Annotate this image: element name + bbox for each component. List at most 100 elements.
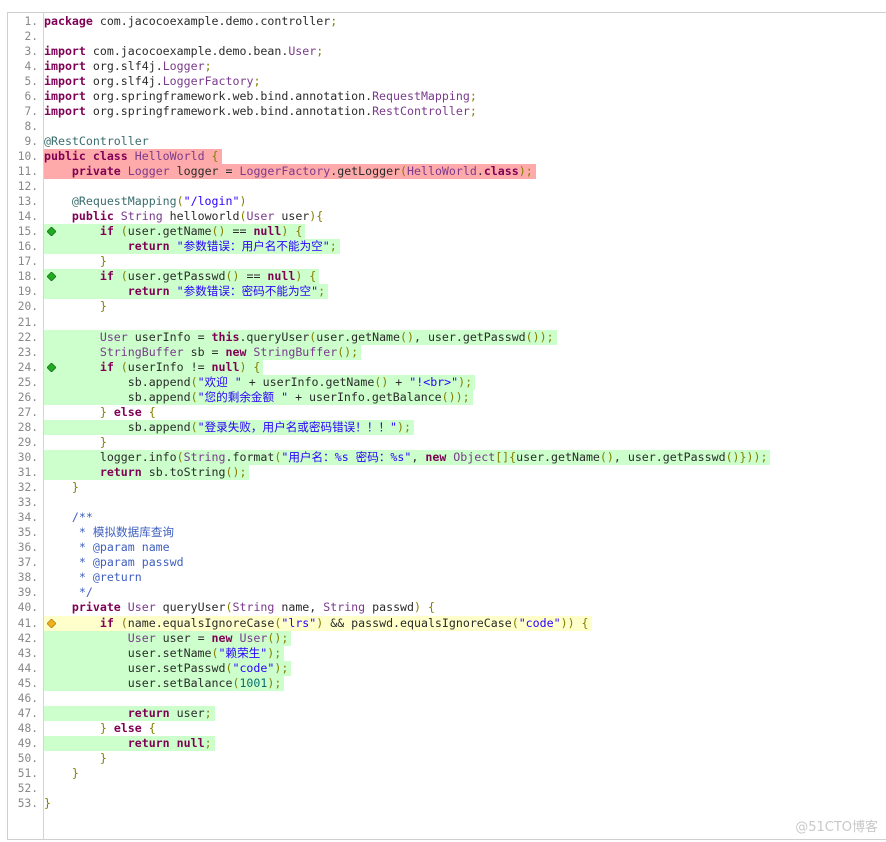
code-token: null xyxy=(267,269,296,284)
code-token: ; xyxy=(253,73,261,88)
branch-covered-diamond-icon[interactable] xyxy=(47,227,56,237)
covered-code: return sb.toString(); xyxy=(44,465,250,480)
code-token: } xyxy=(99,750,107,765)
line-number: 33. xyxy=(17,496,38,510)
line-number: 35. xyxy=(17,526,38,540)
line-number: 37. xyxy=(17,556,38,570)
code-token: StringBuffer xyxy=(99,344,184,359)
code-token: /** xyxy=(44,510,93,525)
code-token: user.getName xyxy=(127,224,212,239)
uncovered-code: public class HelloWorld { xyxy=(44,148,222,164)
code-token: ); xyxy=(397,419,412,434)
code-token: private xyxy=(71,600,121,615)
code-token: ( xyxy=(190,374,198,389)
code-token: sb.append xyxy=(44,374,191,389)
code-token: org.slf4j. xyxy=(92,58,163,73)
code-token: )) { xyxy=(560,615,589,630)
line-number: 47. xyxy=(17,706,38,720)
code-token: ( xyxy=(113,269,128,284)
line-number: 14. xyxy=(17,210,38,224)
line-number: 13. xyxy=(17,195,38,209)
line-number: 30. xyxy=(17,450,38,464)
code-token: RestController xyxy=(372,103,470,118)
code-token: { xyxy=(141,404,156,419)
code-text: import org.slf4j.LoggerFactory; xyxy=(44,74,263,89)
line-number: 29. xyxy=(17,435,38,449)
code-token: HelloWorld xyxy=(127,148,205,163)
line-number: 38. xyxy=(17,571,38,585)
code-text: } xyxy=(44,435,110,450)
code-token: @RestController xyxy=(44,133,149,148)
code-token: ( xyxy=(113,224,128,239)
line-number: 45. xyxy=(17,676,38,690)
line-number: 42. xyxy=(17,631,38,645)
code-token: * @param passwd xyxy=(44,555,184,570)
code-text: } xyxy=(44,299,110,314)
line-number: 36. xyxy=(17,541,38,555)
code-token: sb.append xyxy=(44,419,191,434)
code-token: import xyxy=(44,88,93,103)
covered-code: sb.append("您的剩余金额 " + userInfo.getBalanc… xyxy=(44,389,473,405)
code-token: user.getName xyxy=(316,329,401,344)
code-text: */ xyxy=(44,585,96,600)
code-token: * @return xyxy=(44,570,142,585)
code-token: logger.info xyxy=(44,449,177,464)
code-token: () xyxy=(599,449,614,464)
partially-covered-code: if (name.equalsIgnoreCase("lrs") && pass… xyxy=(44,615,592,631)
line-number: 22. xyxy=(17,330,38,344)
code-token: this xyxy=(211,329,240,344)
code-token: ; xyxy=(204,735,212,750)
code-token: user.setName xyxy=(44,645,212,660)
code-token: Object xyxy=(446,449,496,464)
code-text: } xyxy=(44,480,82,495)
code-token: null xyxy=(253,224,282,239)
line-number: 20. xyxy=(17,300,38,314)
covered-code: User user = new User(); xyxy=(44,630,292,646)
code-token: "登录失败，用户名或密码错误！！！" xyxy=(197,419,398,434)
code-token: user = xyxy=(155,630,212,645)
code-token: return xyxy=(99,465,142,479)
code-token: class xyxy=(483,164,519,178)
code-token: && passwd.equalsIgnoreCase xyxy=(323,615,512,630)
line-number: 21. xyxy=(17,315,38,329)
code-text: } else { xyxy=(44,405,159,420)
code-token: ()); xyxy=(441,389,470,404)
code-token: return xyxy=(127,284,170,299)
code-token: Logger xyxy=(162,58,205,73)
code-token: */ xyxy=(44,585,93,600)
code-token: ) { xyxy=(281,224,303,239)
code-token: else xyxy=(113,720,142,735)
code-token: helloworld xyxy=(162,209,240,224)
code-token: userInfo != xyxy=(127,359,212,374)
code-token: "用户名：%s 密码：%s" xyxy=(281,449,412,464)
code-token: ( xyxy=(113,615,128,630)
code-token: "您的剩余金额 " xyxy=(197,389,289,404)
code-text: * @return xyxy=(44,570,145,585)
code-token: public xyxy=(71,209,114,224)
code-token: user.setPasswd xyxy=(44,660,226,675)
code-token: , xyxy=(411,449,426,464)
code-token: ) { xyxy=(239,359,261,374)
code-token: "!<br>" xyxy=(409,374,459,389)
branch-covered-diamond-icon[interactable] xyxy=(47,272,56,282)
code-token: import xyxy=(44,73,93,88)
branch-partial-diamond-icon[interactable] xyxy=(47,618,56,628)
code-token: () xyxy=(211,224,226,239)
code-token: user xyxy=(274,209,310,224)
line-number: 12. xyxy=(17,180,38,194)
code-token: return xyxy=(127,705,170,720)
line-number: 23. xyxy=(17,345,38,359)
branch-covered-diamond-icon[interactable] xyxy=(47,362,56,372)
code-token: == xyxy=(225,224,254,239)
code-token: * 模拟数据库查询 xyxy=(44,525,175,540)
code-token: User xyxy=(288,43,317,58)
line-number: 50. xyxy=(17,751,38,765)
line-number: 24. xyxy=(17,360,38,374)
code-token: + userInfo.getName xyxy=(241,374,375,389)
code-token: org.slf4j. xyxy=(92,73,163,88)
